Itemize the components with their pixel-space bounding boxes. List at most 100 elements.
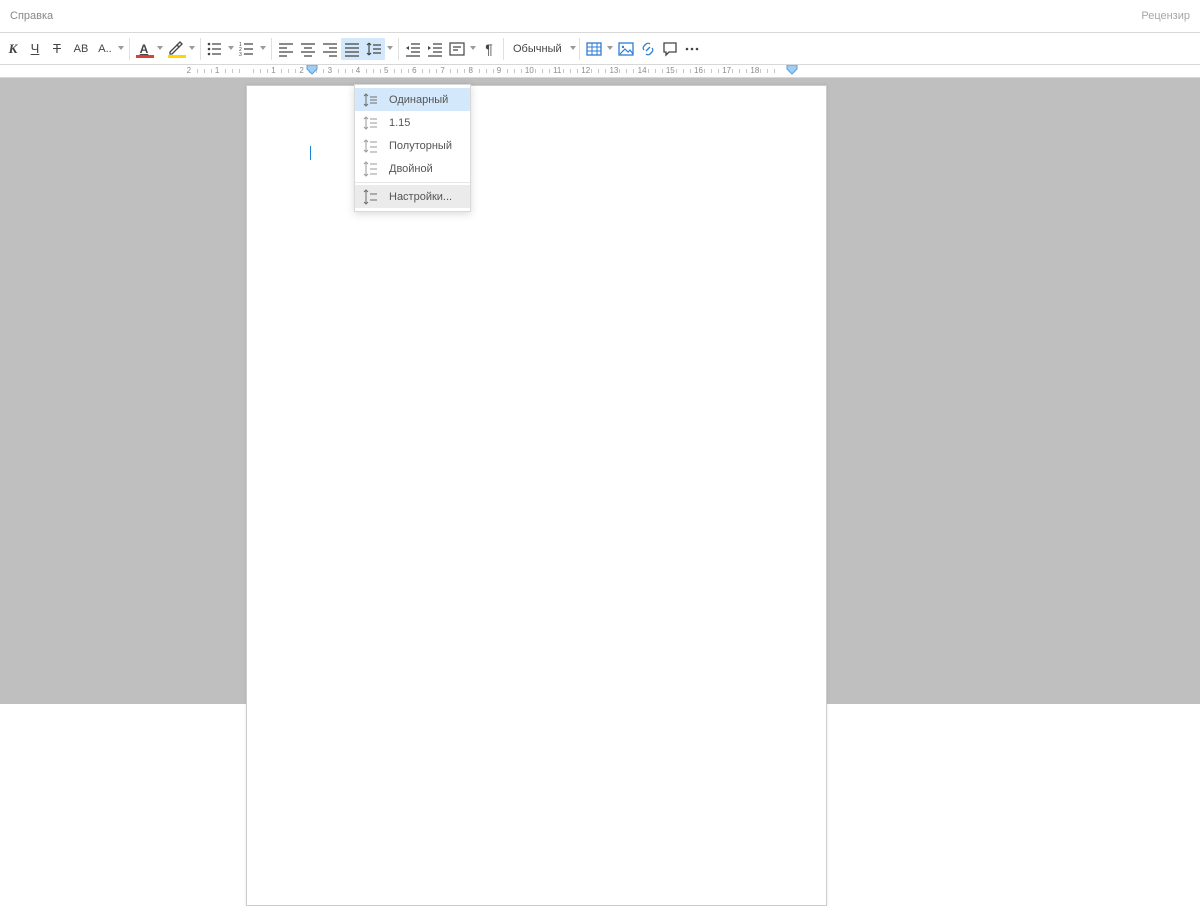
svg-text:3: 3	[239, 52, 242, 58]
ruler-tick: 8	[472, 65, 500, 77]
indent-decrease-button[interactable]	[402, 38, 424, 60]
wrap-icon	[448, 40, 466, 58]
spacing-settings-icon	[363, 189, 379, 205]
workspace: Одинарный 1.15 Полуторный Двойной Настро…	[0, 78, 1200, 704]
insert-table-button[interactable]	[583, 38, 605, 60]
wrap-button[interactable]	[446, 38, 468, 60]
line-spacing-1-5[interactable]: Полуторный	[355, 134, 470, 157]
line-spacing-button[interactable]	[363, 38, 385, 60]
font-color-swatch	[136, 55, 154, 58]
insert-link-button[interactable]	[637, 38, 659, 60]
paragraph-style-select[interactable]: Обычный	[507, 38, 576, 60]
font-color-button[interactable]: А	[133, 38, 155, 60]
ruler-tick: 10	[528, 65, 556, 77]
numbering-button[interactable]: 123	[236, 38, 258, 60]
ruler-tick: 6	[415, 65, 443, 77]
ruler-tick: 14	[641, 65, 669, 77]
ruler-tick: 15	[669, 65, 697, 77]
chevron-down-icon	[157, 46, 163, 50]
spacing-15-icon	[363, 138, 379, 154]
indent-decrease-icon	[404, 40, 422, 58]
chevron-down-icon	[607, 46, 613, 50]
horizontal-ruler: 12123456789101112131415161718	[0, 65, 1200, 78]
ruler-tick: 17	[725, 65, 753, 77]
line-spacing-1-15[interactable]: 1.15	[355, 111, 470, 134]
ruler-tick	[246, 65, 274, 77]
ruler-tick: 1	[274, 65, 302, 77]
line-spacing-single[interactable]: Одинарный	[355, 88, 470, 111]
separator	[271, 38, 272, 60]
document-page[interactable]	[246, 85, 827, 906]
ruler-tick: 3	[331, 65, 359, 77]
ruler-tick: 13	[612, 65, 640, 77]
separator	[398, 38, 399, 60]
ellipsis-icon	[683, 40, 701, 58]
ruler-tick: 9	[500, 65, 528, 77]
ruler-tick: 11	[556, 65, 584, 77]
menubar: Справка Рецензир	[0, 0, 1200, 33]
insert-image-button[interactable]	[615, 38, 637, 60]
first-line-indent-marker[interactable]	[306, 65, 318, 72]
more-button[interactable]	[681, 38, 703, 60]
spacing-115-icon	[363, 115, 379, 131]
separator	[355, 182, 470, 183]
indent-increase-button[interactable]	[424, 38, 446, 60]
ruler-tick: 7	[443, 65, 471, 77]
chevron-down-icon	[470, 46, 476, 50]
ruler-tick: 4	[359, 65, 387, 77]
menu-label: Двойной	[389, 163, 433, 175]
separator	[200, 38, 201, 60]
chevron-down-icon	[260, 46, 266, 50]
spacing-2-icon	[363, 161, 379, 177]
menu-label: 1.15	[389, 117, 410, 129]
line-spacing-menu: Одинарный 1.15 Полуторный Двойной Настро…	[354, 84, 471, 212]
menu-label: Одинарный	[389, 94, 448, 106]
align-left-button[interactable]	[275, 38, 297, 60]
align-right-button[interactable]	[319, 38, 341, 60]
align-justify-icon	[343, 40, 361, 58]
highlight-color-swatch	[168, 55, 186, 58]
chevron-down-icon	[189, 46, 195, 50]
table-icon	[585, 40, 603, 58]
spacing-1-icon	[363, 92, 379, 108]
align-center-button[interactable]	[297, 38, 319, 60]
menu-label: Настройки...	[389, 191, 452, 203]
chevron-down-icon	[387, 46, 393, 50]
comment-icon	[661, 40, 679, 58]
link-icon	[639, 40, 657, 58]
pilcrow-button[interactable]: ¶	[478, 38, 500, 60]
italic-button[interactable]: К	[2, 38, 24, 60]
menu-label: Полуторный	[389, 140, 452, 152]
align-right-icon	[321, 40, 339, 58]
bullets-button[interactable]	[204, 38, 226, 60]
allcaps-button[interactable]: АВ	[68, 38, 94, 60]
number-list-icon: 123	[238, 40, 256, 58]
image-icon	[617, 40, 635, 58]
line-spacing-double[interactable]: Двойной	[355, 157, 470, 180]
menu-review[interactable]: Рецензир	[1141, 10, 1190, 22]
case-button[interactable]: А..	[94, 38, 116, 60]
separator	[579, 38, 580, 60]
ruler-tick: 18	[753, 65, 781, 77]
align-left-icon	[277, 40, 295, 58]
separator	[503, 38, 504, 60]
insert-comment-button[interactable]	[659, 38, 681, 60]
highlight-button[interactable]	[165, 38, 187, 60]
ruler-tick: 5	[387, 65, 415, 77]
strike-button[interactable]: Т	[46, 38, 68, 60]
underline-button[interactable]: Ч	[24, 38, 46, 60]
align-center-icon	[299, 40, 317, 58]
separator	[129, 38, 130, 60]
right-indent-marker[interactable]	[786, 65, 798, 72]
toolbar: К Ч Т АВ А.. А 123	[0, 33, 1200, 65]
line-spacing-icon	[365, 40, 383, 58]
chevron-down-icon	[228, 46, 234, 50]
ruler-tick: 16	[697, 65, 725, 77]
line-spacing-settings[interactable]: Настройки...	[355, 185, 470, 208]
align-justify-button[interactable]	[341, 38, 363, 60]
indent-increase-icon	[426, 40, 444, 58]
chevron-down-icon	[118, 46, 124, 50]
bullet-list-icon	[206, 40, 224, 58]
text-cursor	[310, 146, 311, 160]
menu-help[interactable]: Справка	[10, 10, 53, 22]
